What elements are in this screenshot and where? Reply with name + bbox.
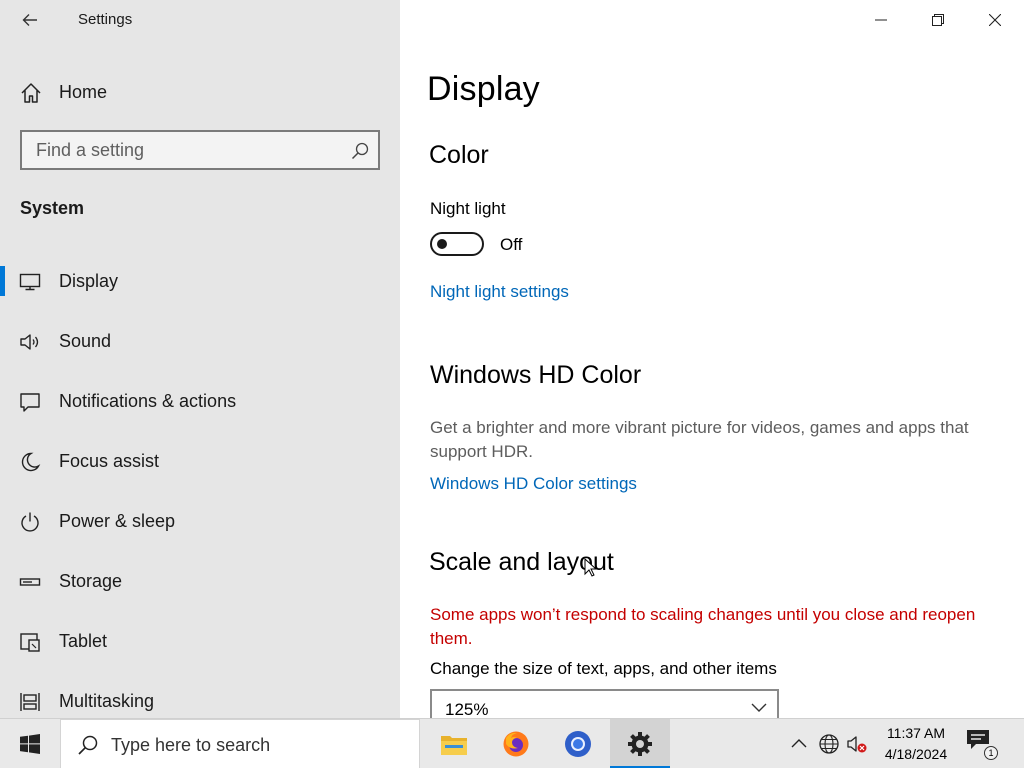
find-setting-search — [20, 130, 380, 170]
sidebar-item-label: Storage — [59, 571, 123, 591]
section-heading-color: Color — [429, 141, 489, 169]
chevron-down-icon — [751, 703, 767, 712]
start-button[interactable] — [0, 719, 60, 768]
notification-icon — [20, 393, 40, 412]
sidebar-item-notifications[interactable]: Notifications & actions — [0, 372, 400, 432]
night-light-settings-link[interactable]: Night light settings — [430, 282, 569, 302]
taskbar-search-placeholder: Type here to search — [111, 735, 271, 755]
night-light-toggle[interactable] — [430, 232, 484, 256]
scaling-warning: Some apps won’t respond to scaling chang… — [430, 605, 976, 648]
sidebar-item-multitasking[interactable]: Multitasking — [0, 672, 400, 718]
night-light-label: Night light — [430, 199, 506, 218]
sidebar-item-tablet[interactable]: Tablet — [0, 612, 400, 672]
sidebar-item-label: Display — [59, 271, 119, 291]
taskbar-chrome[interactable] — [548, 719, 608, 768]
find-setting-input[interactable] — [22, 132, 342, 168]
toggle-knob — [437, 239, 447, 249]
sidebar-item-focus-assist[interactable]: Focus assist — [0, 432, 400, 492]
action-center-button[interactable]: 1 — [966, 729, 998, 760]
clock-time: 11:37 AM — [886, 725, 946, 741]
sidebar-item-label: Focus assist — [59, 451, 160, 471]
page-title: Display — [427, 70, 540, 108]
taskbar-firefox[interactable] — [486, 719, 546, 768]
clock-date: 4/18/2024 — [884, 746, 948, 762]
settings-icon — [628, 732, 652, 756]
storage-icon — [19, 578, 41, 586]
sidebar-item-sound[interactable]: Sound — [0, 312, 400, 372]
notification-count-badge: 1 — [984, 746, 998, 760]
restore-button[interactable] — [910, 0, 966, 40]
back-button[interactable] — [10, 2, 50, 38]
power-icon — [21, 512, 39, 532]
windows-logo-icon — [20, 734, 40, 754]
close-icon — [989, 14, 1001, 26]
sidebar-item-label: Power & sleep — [59, 511, 176, 531]
network-globe-icon[interactable] — [818, 733, 840, 755]
moon-icon — [21, 452, 41, 472]
volume-muted-icon[interactable] — [846, 733, 868, 755]
display-settings-page: Display Color Night light Off Night ligh… — [400, 0, 1024, 718]
night-light-state: Off — [500, 235, 523, 254]
taskbar-clock[interactable]: 11:37 AM 4/18/2024 — [875, 723, 957, 765]
back-arrow-icon — [22, 14, 37, 26]
restore-icon — [932, 14, 944, 26]
close-button[interactable] — [967, 0, 1023, 40]
taskbar-settings[interactable] — [610, 719, 670, 768]
file-explorer-icon — [441, 736, 467, 755]
sidebar-item-label: Sound — [59, 331, 112, 351]
taskbar-search-box[interactable]: Type here to search — [60, 719, 420, 768]
firefox-icon — [503, 731, 529, 757]
minimize-button[interactable] — [853, 0, 909, 40]
settings-sidebar: Settings Home System Display Sound — [0, 0, 400, 718]
sidebar-nav: Display Sound Notifications & actions Fo… — [0, 252, 400, 718]
hd-color-description: Get a brighter and more vibrant picture … — [430, 418, 969, 461]
sidebar-item-power-sleep[interactable]: Power & sleep — [0, 492, 400, 552]
sidebar-item-home[interactable]: Home — [0, 72, 400, 112]
scale-size-label: Change the size of text, apps, and other… — [430, 659, 777, 678]
multitasking-icon — [20, 693, 40, 711]
speaker-icon — [20, 334, 39, 350]
home-icon — [21, 83, 41, 103]
sidebar-item-label: Multitasking — [59, 691, 155, 711]
sidebar-item-label: Notifications & actions — [59, 391, 237, 411]
tablet-icon — [20, 633, 40, 652]
sidebar-item-label: Home — [59, 82, 108, 102]
search-icon — [78, 735, 98, 755]
chrome-icon — [565, 731, 591, 757]
chevron-up-icon[interactable] — [788, 733, 810, 755]
section-heading-hd-color: Windows HD Color — [430, 361, 642, 389]
hd-color-settings-link[interactable]: Windows HD Color settings — [430, 474, 637, 494]
search-icon[interactable] — [350, 141, 370, 161]
monitor-icon — [19, 273, 41, 291]
taskbar: Type here to search 11:37 AM 4/18/2024 1 — [0, 718, 1024, 768]
mouse-cursor-icon — [584, 558, 598, 577]
minimize-icon — [875, 19, 887, 21]
sidebar-item-storage[interactable]: Storage — [0, 552, 400, 612]
sidebar-item-label: Tablet — [59, 631, 108, 651]
scale-dropdown[interactable]: 125% — [430, 689, 779, 718]
taskbar-file-explorer[interactable] — [424, 719, 484, 768]
sidebar-item-display[interactable]: Display — [0, 252, 400, 312]
section-header-system: System — [20, 198, 85, 218]
scale-dropdown-value: 125% — [445, 700, 489, 718]
app-title: Settings — [78, 11, 133, 28]
